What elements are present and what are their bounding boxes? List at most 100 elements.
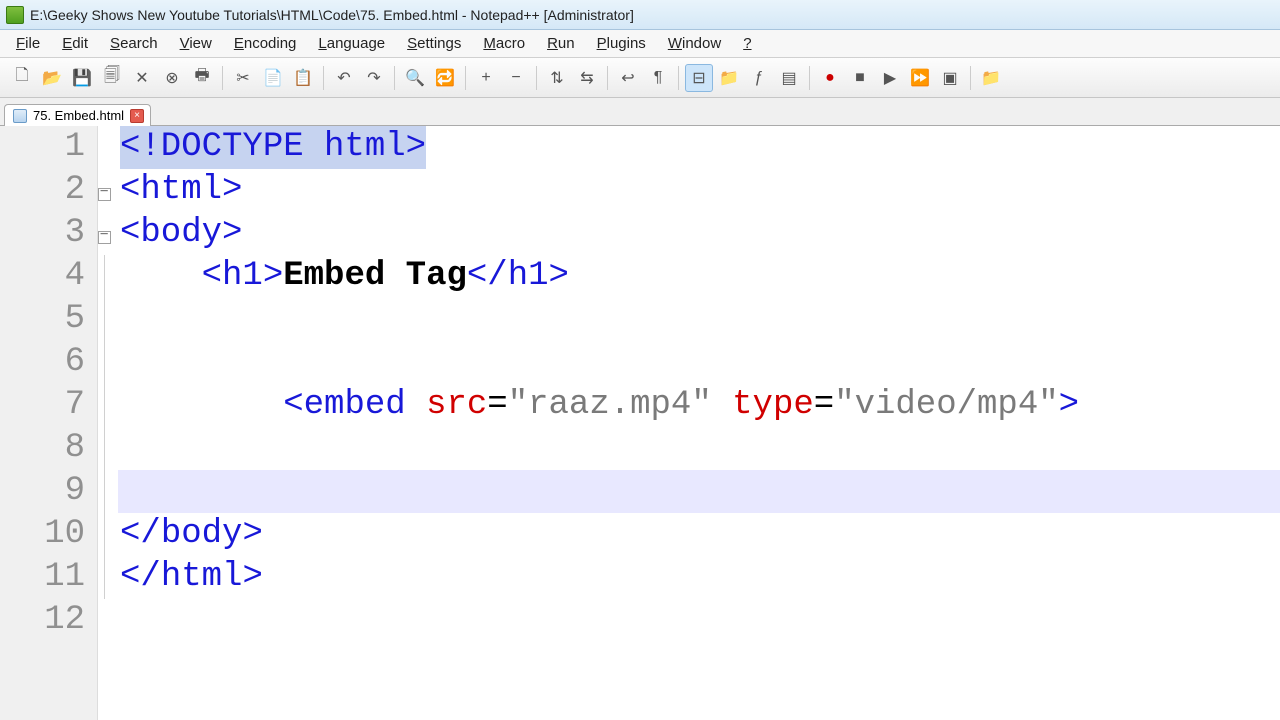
- code-line[interactable]: <html>: [118, 169, 1280, 212]
- file-icon: [13, 109, 27, 123]
- line-number: 6: [0, 341, 85, 384]
- fold-cell[interactable]: [98, 126, 118, 169]
- toolbar-separator: [970, 66, 971, 90]
- menu-plugins[interactable]: Plugins: [587, 31, 656, 56]
- fold-cell[interactable]: [98, 470, 118, 513]
- title-bar: E:\Geeky Shows New Youtube Tutorials\HTM…: [0, 0, 1280, 30]
- code-line[interactable]: [118, 599, 1280, 642]
- fold-cell[interactable]: [98, 169, 118, 212]
- toolbar: 🗋📂💾🗐✕⊗🖶✂📄📋↶↷🔍🔁+−⇅⇆↩¶⊟📁ƒ▤●■▶⏩▣📁: [0, 58, 1280, 98]
- menu-bar: FileEditSearchViewEncodingLanguageSettin…: [0, 30, 1280, 58]
- line-number: 5: [0, 298, 85, 341]
- save-icon[interactable]: 💾: [68, 64, 96, 92]
- stop-icon[interactable]: ■: [846, 64, 874, 92]
- find-icon[interactable]: 🔍: [401, 64, 429, 92]
- code-line[interactable]: <body>: [118, 212, 1280, 255]
- line-number: 10: [0, 513, 85, 556]
- toolbar-separator: [536, 66, 537, 90]
- pilcrow-icon[interactable]: ¶: [644, 64, 672, 92]
- menu-window[interactable]: Window: [658, 31, 731, 56]
- line-number-gutter: 123456789101112: [0, 126, 98, 720]
- copy-icon[interactable]: 📄: [259, 64, 287, 92]
- toolbar-separator: [323, 66, 324, 90]
- code-line[interactable]: [118, 470, 1280, 513]
- fast-play-icon[interactable]: ⏩: [906, 64, 934, 92]
- print-icon[interactable]: 🖶: [188, 64, 216, 92]
- indent-guide-icon[interactable]: ⊟: [685, 64, 713, 92]
- copy-save-icon[interactable]: 🗐: [98, 64, 126, 92]
- line-number: 8: [0, 427, 85, 470]
- cut-icon[interactable]: ✂: [229, 64, 257, 92]
- menu-file[interactable]: File: [6, 31, 50, 56]
- code-line[interactable]: [118, 298, 1280, 341]
- fold-cell[interactable]: [98, 599, 118, 642]
- menu-search[interactable]: Search: [100, 31, 168, 56]
- toolbar-separator: [607, 66, 608, 90]
- undo-icon[interactable]: ↶: [330, 64, 358, 92]
- play-icon[interactable]: ▶: [876, 64, 904, 92]
- close-all-icon[interactable]: ⊗: [158, 64, 186, 92]
- doc-map-icon[interactable]: ▤: [775, 64, 803, 92]
- wrap-icon[interactable]: ↩: [614, 64, 642, 92]
- menu-encoding[interactable]: Encoding: [224, 31, 307, 56]
- menu-macro[interactable]: Macro: [473, 31, 535, 56]
- code-line[interactable]: [118, 427, 1280, 470]
- menu-edit[interactable]: Edit: [52, 31, 98, 56]
- code-line[interactable]: </body>: [118, 513, 1280, 556]
- fold-cell[interactable]: [98, 513, 118, 556]
- tab-embed-html[interactable]: 75. Embed.html ×: [4, 104, 151, 126]
- code-area[interactable]: <!DOCTYPE html><html><body> <h1>Embed Ta…: [118, 126, 1280, 720]
- line-number: 9: [0, 470, 85, 513]
- menu-language[interactable]: Language: [308, 31, 395, 56]
- sync-h-icon[interactable]: ⇆: [573, 64, 601, 92]
- toolbar-separator: [394, 66, 395, 90]
- redo-icon[interactable]: ↷: [360, 64, 388, 92]
- explorer-icon[interactable]: 📁: [977, 64, 1005, 92]
- app-icon: [6, 6, 24, 24]
- fold-cell[interactable]: [98, 341, 118, 384]
- paste-icon[interactable]: 📋: [289, 64, 317, 92]
- line-number: 1: [0, 126, 85, 169]
- save-macro-icon[interactable]: ▣: [936, 64, 964, 92]
- line-number: 4: [0, 255, 85, 298]
- line-number: 12: [0, 599, 85, 642]
- tab-label: 75. Embed.html: [33, 108, 124, 123]
- toolbar-separator: [678, 66, 679, 90]
- menu-view[interactable]: View: [170, 31, 222, 56]
- fold-cell[interactable]: [98, 384, 118, 427]
- fold-cell[interactable]: [98, 212, 118, 255]
- editor-area[interactable]: 123456789101112 <!DOCTYPE html><html><bo…: [0, 126, 1280, 720]
- sync-v-icon[interactable]: ⇅: [543, 64, 571, 92]
- code-line[interactable]: <embed src="raaz.mp4" type="video/mp4">: [118, 384, 1280, 427]
- fold-cell[interactable]: [98, 427, 118, 470]
- menu-settings[interactable]: Settings: [397, 31, 471, 56]
- open-file-icon[interactable]: 📂: [38, 64, 66, 92]
- function-list-icon[interactable]: ƒ: [745, 64, 773, 92]
- record-icon[interactable]: ●: [816, 64, 844, 92]
- zoom-out-icon[interactable]: −: [502, 64, 530, 92]
- fold-cell[interactable]: [98, 298, 118, 341]
- code-line[interactable]: [118, 341, 1280, 384]
- code-line[interactable]: </html>: [118, 556, 1280, 599]
- close-icon[interactable]: ✕: [128, 64, 156, 92]
- window-title: E:\Geeky Shows New Youtube Tutorials\HTM…: [30, 7, 634, 23]
- fold-column[interactable]: [98, 126, 118, 720]
- toolbar-separator: [222, 66, 223, 90]
- new-file-icon[interactable]: 🗋: [8, 64, 36, 92]
- folder-icon[interactable]: 📁: [715, 64, 743, 92]
- replace-icon[interactable]: 🔁: [431, 64, 459, 92]
- tab-strip: 75. Embed.html ×: [0, 98, 1280, 126]
- toolbar-separator: [465, 66, 466, 90]
- line-number: 7: [0, 384, 85, 427]
- fold-cell[interactable]: [98, 255, 118, 298]
- code-line[interactable]: <!DOCTYPE html>: [118, 126, 1280, 169]
- toolbar-separator: [809, 66, 810, 90]
- line-number: 2: [0, 169, 85, 212]
- close-tab-icon[interactable]: ×: [130, 109, 144, 123]
- menu-q[interactable]: ?: [733, 31, 761, 56]
- menu-run[interactable]: Run: [537, 31, 585, 56]
- fold-cell[interactable]: [98, 556, 118, 599]
- line-number: 3: [0, 212, 85, 255]
- zoom-in-icon[interactable]: +: [472, 64, 500, 92]
- code-line[interactable]: <h1>Embed Tag</h1>: [118, 255, 1280, 298]
